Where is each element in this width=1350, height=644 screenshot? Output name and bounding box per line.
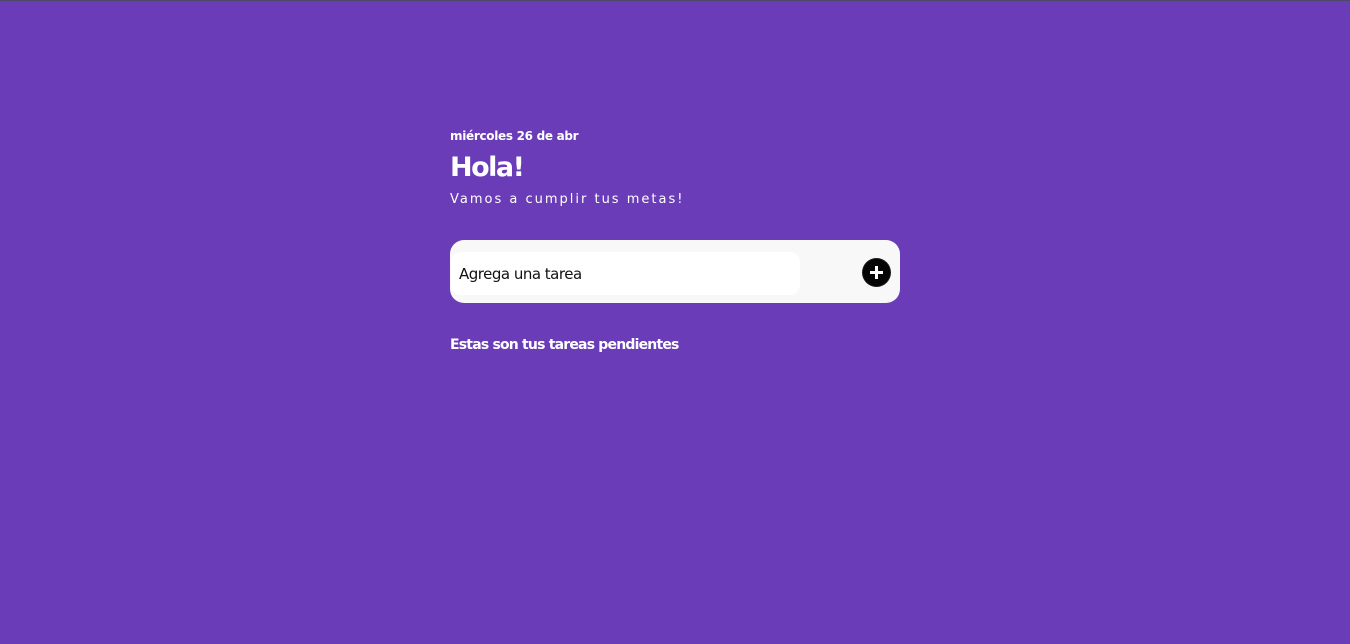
current-date: miércoles 26 de abr [450, 129, 579, 143]
greeting-title: Hola! [450, 152, 525, 183]
add-task-button[interactable] [863, 259, 890, 286]
todo-app: miércoles 26 de abr Hola! Vamos a cumpli… [450, 126, 900, 367]
add-task-form [450, 240, 900, 303]
task-input[interactable] [451, 252, 800, 295]
motivation-subtitle: Vamos a cumplir tus metas! [450, 192, 685, 207]
plus-icon [870, 266, 883, 279]
top-border [0, 0, 1350, 1]
pending-tasks-title: Estas son tus tareas pendientes [450, 337, 679, 353]
